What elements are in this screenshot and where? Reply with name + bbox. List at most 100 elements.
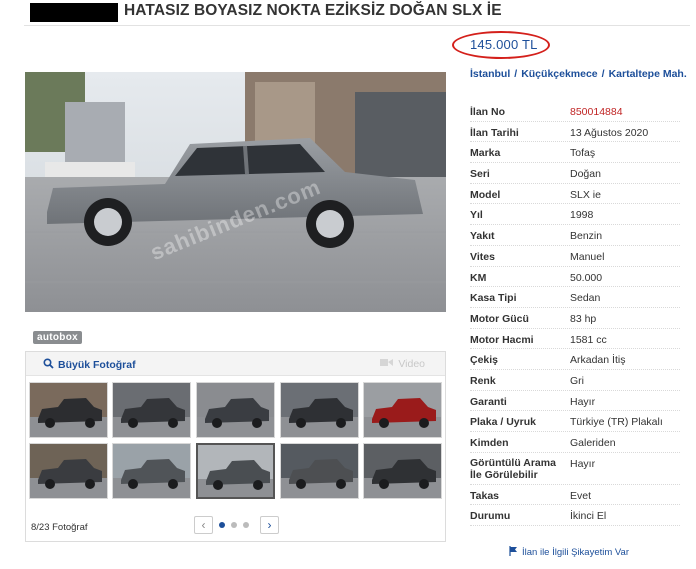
video-button[interactable]: Video [380, 358, 425, 370]
gallery-thumbnail[interactable] [29, 382, 108, 438]
detail-value: Sedan [570, 292, 601, 305]
detail-key: Marka [470, 147, 501, 160]
detail-value: Türkiye (TR) Plakalı [570, 416, 663, 429]
detail-row: Çekiş Arkadan İtiş [470, 349, 680, 370]
detail-key: İlan Tarihi [470, 126, 519, 139]
detail-row: Seri Doğan [470, 163, 680, 184]
detail-row: İlan No 850014884 [470, 101, 680, 122]
gallery-header: Büyük Fotoğraf Video [26, 352, 445, 376]
next-page-button[interactable]: › [260, 516, 279, 534]
pagination-dots [219, 522, 249, 528]
main-photo[interactable]: sahibinden.com [25, 72, 446, 312]
redacted-block [30, 3, 118, 22]
magnifier-icon [43, 358, 54, 372]
detail-key: Görüntülü Arama İle Görülebilir [470, 456, 556, 481]
detail-value: Hayır [570, 457, 596, 470]
detail-row: Takas Evet [470, 485, 680, 506]
detail-value: SLX ie [570, 188, 601, 201]
detail-key: Motor Hacmi [470, 333, 534, 346]
pagination-dot[interactable] [243, 522, 249, 528]
detail-key: KM [470, 271, 487, 284]
details-table: İlan No 850014884 İlan Tarihi 13 Ağustos 20… [470, 101, 680, 527]
detail-value: Evet [570, 489, 592, 502]
detail-row: Durumu İkinci El [470, 505, 680, 527]
location-breadcrumb: İstanbul / Küçükçekmece / Kartaltepe Mah. [470, 68, 687, 80]
detail-row: Garanti Hayır [470, 391, 680, 412]
detail-value: Galeriden [570, 437, 616, 449]
detail-key: Durumu [470, 510, 511, 523]
previous-page-button[interactable]: ‹ [194, 516, 213, 534]
detail-key: İlan No [470, 106, 506, 118]
pagination-dot[interactable] [219, 522, 225, 528]
detail-value: Tofaş [570, 147, 596, 160]
location-city-link[interactable]: İstanbul [470, 68, 510, 80]
detail-key: Model [470, 188, 501, 201]
big-photo-link[interactable]: Büyük Fotoğraf [43, 358, 136, 372]
detail-key: Renk [470, 374, 496, 387]
detail-key: Motor Gücü [470, 312, 529, 325]
video-camera-icon [380, 358, 394, 370]
video-label: Video [398, 358, 425, 370]
photo-gallery: Büyük Fotoğraf Video 8/23 Fotoğraf ‹ › [25, 351, 446, 542]
location-district-link[interactable]: Küçükçekmece [521, 68, 597, 80]
listing-title: HATASIZ BOYASIZ NOKTA EZİKSİZ DOĞAN SLX … [124, 2, 502, 19]
detail-key: Yakıt [470, 230, 495, 243]
title-divider [24, 25, 690, 26]
detail-row: KM 50.000 [470, 267, 680, 288]
detail-row: Vites Manuel [470, 246, 680, 267]
detail-row: Görüntülü Arama İle Görülebilir Hayır [470, 453, 680, 485]
gallery-thumbnail[interactable] [280, 382, 359, 438]
complaint-link[interactable]: İlan ile İlgili Şikayetim Var [509, 546, 629, 559]
detail-key: Takas [470, 489, 499, 502]
complaint-label: İlan ile İlgili Şikayetim Var [522, 547, 630, 558]
detail-row: Yakıt Benzin [470, 225, 680, 246]
detail-key: Seri [470, 168, 490, 181]
detail-key: Kasa Tipi [470, 292, 517, 305]
autobox-badge: autobox [33, 331, 82, 344]
detail-row: Motor Hacmi 1581 cc [470, 329, 680, 350]
photo-count: 8/23 Fotoğraf [31, 522, 88, 533]
detail-value: Manuel [570, 250, 605, 263]
detail-row: Kasa Tipi Sedan [470, 287, 680, 308]
detail-row: Motor Gücü 83 hp [470, 308, 680, 329]
detail-key: Garanti [470, 395, 507, 408]
detail-value: 850014884 [570, 106, 623, 118]
detail-value: Benzin [570, 230, 603, 243]
pagination-dot[interactable] [231, 522, 237, 528]
gallery-thumbnail[interactable] [363, 382, 442, 438]
detail-row: Model SLX ie [470, 184, 680, 205]
detail-value: 1998 [570, 209, 594, 222]
gallery-thumbnail[interactable] [29, 443, 108, 499]
location-neighborhood-link[interactable]: Kartaltepe Mah. [609, 68, 687, 80]
detail-value: Doğan [570, 168, 601, 181]
detail-key: Kimden [470, 437, 509, 449]
detail-value: 13 Ağustos 2020 [570, 126, 649, 139]
listing-price: 145.000 TL [470, 37, 538, 52]
detail-value: 83 hp [570, 312, 597, 325]
detail-key: Yıl [470, 209, 483, 222]
big-photo-label: Büyük Fotoğraf [58, 359, 136, 371]
detail-row: Renk Gri [470, 370, 680, 391]
detail-row: İlan Tarihi 13 Ağustos 2020 [470, 122, 680, 143]
detail-value: İkinci El [570, 510, 607, 523]
gallery-thumbnail[interactable] [280, 443, 359, 499]
detail-value: Hayır [570, 395, 596, 408]
gallery-thumbnail[interactable] [112, 382, 191, 438]
gallery-thumbnail[interactable] [196, 382, 275, 438]
detail-row: Marka Tofaş [470, 142, 680, 164]
gallery-thumbnail[interactable] [196, 443, 275, 499]
gallery-thumbnail[interactable] [363, 443, 442, 499]
detail-key: Çekiş [470, 354, 499, 367]
detail-value: Gri [570, 374, 584, 387]
detail-value: 1581 cc [570, 333, 607, 346]
detail-row: Plaka / Uyruk Türkiye (TR) Plakalı [470, 411, 680, 432]
gallery-footer: 8/23 Fotoğraf ‹ › [26, 512, 445, 542]
detail-value: 50.000 [570, 271, 603, 284]
gallery-thumbnail[interactable] [112, 443, 191, 499]
detail-row: Yıl 1998 [470, 204, 680, 226]
flag-icon [509, 546, 518, 559]
detail-row: Kimden Galeriden [470, 432, 680, 453]
detail-value: Arkadan İtiş [570, 354, 626, 367]
detail-key: Vites [470, 250, 495, 263]
car-photo-illustration [25, 72, 446, 312]
